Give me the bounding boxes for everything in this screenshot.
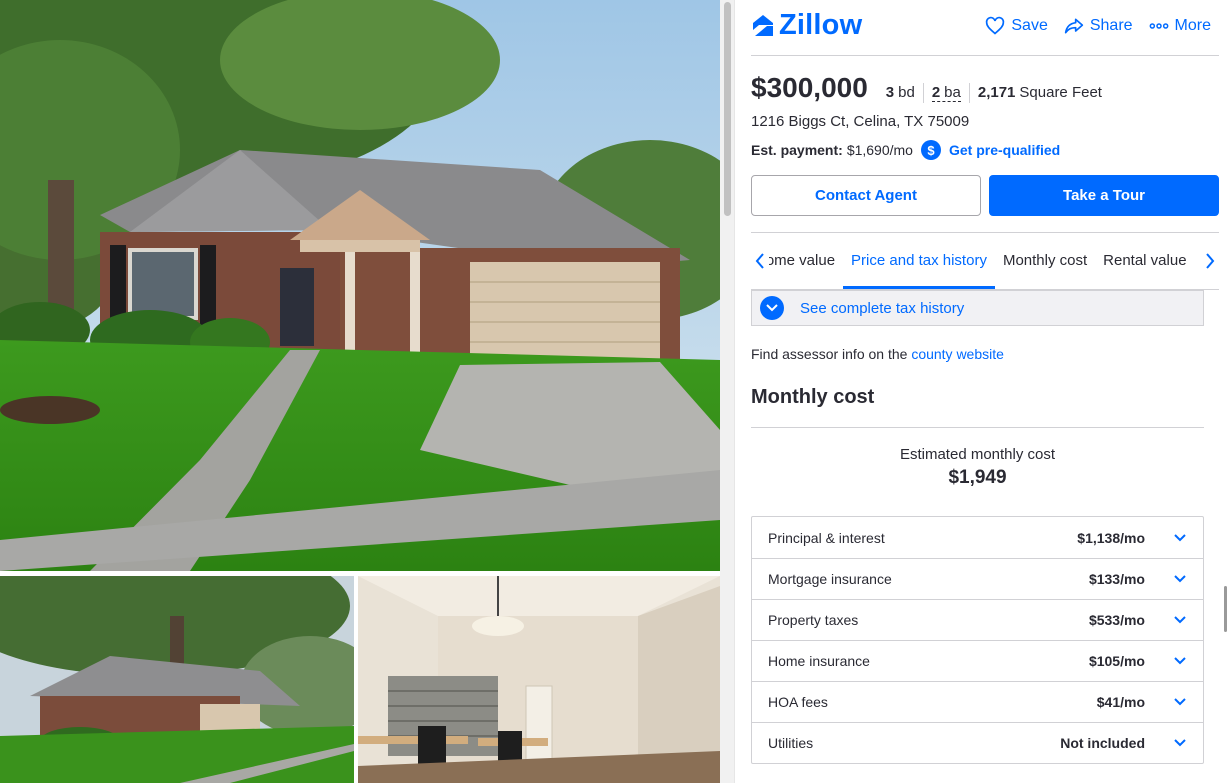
cost-row-name: Utilities: [768, 735, 814, 751]
estimated-monthly-cost-label: Estimated monthly cost: [899, 446, 1056, 463]
contact-agent-button[interactable]: Contact Agent: [751, 175, 981, 216]
section-divider: [751, 427, 1204, 428]
save-button[interactable]: Save: [985, 16, 1048, 36]
save-label: Save: [1011, 17, 1048, 34]
cost-row-amount: $1,138/mo: [1077, 529, 1145, 546]
tabs-track: Home value Price and tax history Monthly…: [755, 233, 1195, 289]
chevron-left-icon: [755, 253, 764, 269]
cost-row-name: Property taxes: [768, 612, 859, 628]
take-a-tour-button[interactable]: Take a Tour: [989, 175, 1219, 216]
interior-office-photo[interactable]: [358, 576, 720, 783]
see-tax-history-toggle[interactable]: See complete tax history: [751, 290, 1204, 326]
panel-header: Zillow Save Share More: [751, 0, 1219, 56]
beds-unit: bd: [898, 84, 915, 101]
baths-unit: ba: [944, 84, 961, 101]
zillow-house-icon: [753, 15, 773, 36]
assessor-info: Find assessor info on the county website: [751, 346, 1004, 362]
dollar-circle-icon: $: [920, 140, 941, 160]
county-website-link[interactable]: county website: [911, 346, 1004, 362]
estimated-monthly-cost-value: $1,949: [948, 467, 1007, 488]
header-actions: Save Share More: [985, 16, 1211, 36]
beds-value: 3: [885, 84, 895, 101]
share-button[interactable]: Share: [1064, 16, 1133, 36]
cost-row-principal-interest[interactable]: Principal & interest $1,138/mo: [752, 517, 1203, 558]
sqft-unit: Square Feet: [1019, 84, 1102, 101]
chevron-down-icon[interactable]: [1173, 531, 1187, 545]
gallery-scrollbar[interactable]: [720, 0, 735, 783]
chevron-down-icon[interactable]: [1173, 654, 1187, 668]
share-label: Share: [1089, 17, 1133, 34]
tab-price-and-tax-history[interactable]: Price and tax history: [843, 233, 995, 289]
baths-tooltip-trigger[interactable]: 2 ba: [931, 84, 961, 102]
cta-buttons: Contact Agent Take a Tour: [751, 175, 1219, 216]
monthly-cost-summary: Estimated monthly cost $1,949: [751, 446, 1204, 489]
chevron-down-icon[interactable]: [1173, 613, 1187, 627]
cost-row-amount: $533/mo: [1088, 612, 1145, 628]
cost-row-name: HOA fees: [768, 694, 828, 710]
listing-price: $300,000: [751, 72, 868, 103]
share-arrow-icon: [1064, 18, 1084, 34]
tab-monthly-cost[interactable]: Monthly cost: [995, 233, 1095, 289]
tabs-scroll-right-button[interactable]: [1201, 251, 1219, 271]
cost-row-name: Home insurance: [768, 653, 870, 669]
get-prequalified-link[interactable]: Get pre-qualified: [949, 142, 1060, 158]
chevron-down-icon[interactable]: [1173, 695, 1187, 709]
sqft-value: 2,171: [977, 84, 1016, 101]
cost-row-amount: $41/mo: [1096, 694, 1145, 710]
listing-details-panel: Zillow Save Share More $300,000 3 bd 2 ba …: [735, 0, 1227, 783]
baths-value: 2: [931, 84, 941, 101]
monthly-cost-breakdown: Principal & interest $1,138/mo Mortgage …: [751, 516, 1204, 764]
more-label: More: [1174, 17, 1211, 34]
tabs-scroll-left-button[interactable]: [751, 251, 769, 271]
more-button[interactable]: More: [1149, 16, 1211, 36]
exterior-side-photo[interactable]: [0, 576, 354, 783]
cost-row-name: Principal & interest: [768, 529, 885, 546]
zillow-logo[interactable]: Zillow: [751, 10, 862, 40]
cost-row-utilities[interactable]: Utilities Not included: [752, 722, 1203, 763]
photo-gallery[interactable]: [0, 0, 720, 783]
cost-row-mortgage-insurance[interactable]: Mortgage insurance $133/mo: [752, 558, 1203, 599]
chevron-down-icon[interactable]: [1173, 572, 1187, 586]
cost-row-property-taxes[interactable]: Property taxes $533/mo: [752, 599, 1203, 640]
gallery-scrollbar-thumb[interactable]: [724, 2, 731, 216]
cost-row-amount: $105/mo: [1088, 653, 1145, 669]
cost-row-name: Mortgage insurance: [768, 571, 892, 587]
cost-row-amount: Not included: [1060, 735, 1145, 751]
three-dots-icon: [1149, 23, 1168, 29]
cost-row-home-insurance[interactable]: Home insurance $105/mo: [752, 640, 1203, 681]
main-house-photo[interactable]: [0, 0, 720, 571]
baths-fact[interactable]: 2 ba: [922, 83, 969, 103]
estimated-payment: Est. payment: $1,690/mo $ Get pre-qualif…: [751, 140, 1060, 160]
price-and-facts: $300,000 3 bd 2 ba 2,171 Square Feet: [751, 72, 1110, 104]
chevron-down-icon[interactable]: [1173, 736, 1187, 750]
assessor-text: Find assessor info on the: [751, 346, 908, 362]
zillow-wordmark: Zillow: [779, 9, 863, 41]
see-tax-history-label: See complete tax history: [800, 299, 965, 317]
chevron-right-icon: [1206, 253, 1215, 269]
heart-icon: [986, 16, 1005, 35]
est-payment-value: $1,690/mo: [846, 142, 913, 158]
cost-row-hoa-fees[interactable]: HOA fees $41/mo: [752, 681, 1203, 722]
sqft-fact: 2,171 Square Feet: [968, 83, 1110, 103]
panel-scrollbar[interactable]: [1221, 290, 1227, 783]
chevron-down-icon: [760, 296, 784, 320]
est-payment-label: Est. payment:: [751, 142, 843, 158]
section-tabs: Home value Price and tax history Monthly…: [751, 232, 1219, 290]
listing-address: 1216 Biggs Ct, Celina, TX 75009: [751, 113, 970, 130]
home-facts: 3 bd 2 ba 2,171 Square Feet: [886, 83, 1110, 103]
beds-fact: 3 bd: [886, 83, 923, 103]
tab-rental-value[interactable]: Rental value: [1095, 233, 1194, 289]
monthly-cost-heading: Monthly cost: [751, 386, 875, 408]
cost-row-amount: $133/mo: [1088, 571, 1145, 587]
